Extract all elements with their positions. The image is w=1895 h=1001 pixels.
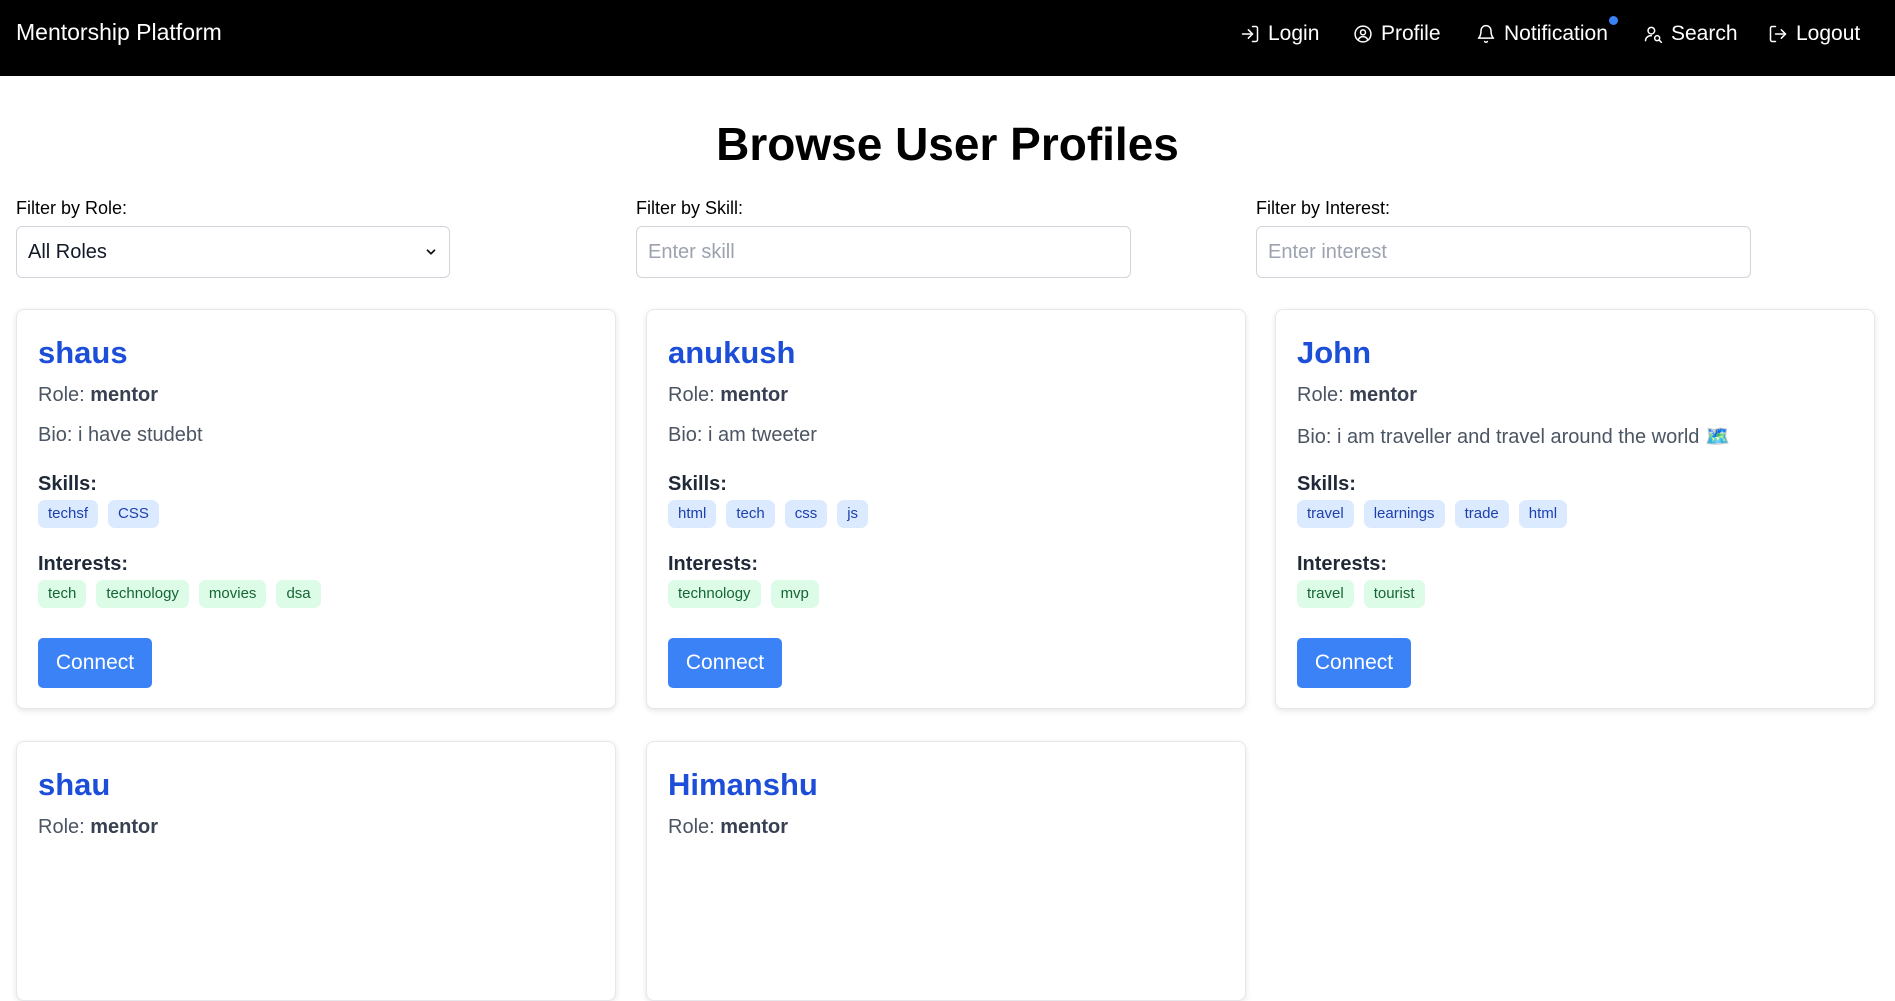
role-prefix: Role: xyxy=(1297,384,1344,406)
interest-tag: technology xyxy=(96,580,189,608)
skill-tag: techsf xyxy=(38,500,99,528)
filter-role-label: Filter by Role: xyxy=(16,198,128,218)
skill-tag: tech xyxy=(726,500,775,528)
interest-input[interactable] xyxy=(1268,240,1739,264)
connect-button[interactable]: Connect xyxy=(668,638,782,688)
role-prefix: Role: xyxy=(668,384,715,406)
bio-prefix: Bio: xyxy=(1297,426,1332,448)
nav-search-label: Search xyxy=(1671,22,1738,45)
interest-tag: technology xyxy=(668,580,761,608)
profile-card: Himanshu Role: mentor xyxy=(646,741,1246,1001)
skill-tag: css xyxy=(784,500,828,528)
interest-tags: tech technology movies dsa xyxy=(38,580,321,608)
interests-heading: Interests: xyxy=(668,553,759,575)
nav-profile-label: Profile xyxy=(1381,22,1441,45)
profile-name[interactable]: Himanshu xyxy=(668,766,818,804)
bio-value: i have studebt xyxy=(78,424,203,446)
profile-card: anukush Role: mentor Bio: i am tweeter S… xyxy=(646,309,1246,709)
nav-login-label: Login xyxy=(1268,22,1320,45)
filter-skill-label: Filter by Skill: xyxy=(636,198,744,218)
skills-heading: Skills: xyxy=(1297,473,1356,495)
skill-input[interactable] xyxy=(648,240,1119,264)
interest-tags: technology mvp xyxy=(668,580,819,608)
interest-tag: tourist xyxy=(1363,580,1425,608)
top-navbar: Mentorship Platform Login Profile Notifi… xyxy=(0,0,1895,76)
interest-tag: travel xyxy=(1297,580,1354,608)
interest-tag: dsa xyxy=(276,580,321,608)
skills-heading: Skills: xyxy=(38,473,97,495)
skills-tags: html tech css js xyxy=(668,500,869,528)
interests-heading: Interests: xyxy=(38,553,129,575)
user-search-icon xyxy=(1644,26,1663,44)
profile-role: Role: mentor xyxy=(1297,384,1417,407)
skill-tag: learnings xyxy=(1363,500,1445,528)
profile-card: shaus Role: mentor Bio: i have studebt S… xyxy=(16,309,616,709)
notification-dot xyxy=(1609,16,1618,25)
interest-tag: movies xyxy=(198,580,267,608)
interest-input-wrapper xyxy=(1256,226,1751,278)
brand-title[interactable]: Mentorship Platform xyxy=(16,18,222,46)
role-select[interactable]: All Roles xyxy=(16,226,450,278)
profile-bio: Bio: i have studebt xyxy=(38,424,203,447)
profile-name[interactable]: anukush xyxy=(668,334,795,372)
role-prefix: Role: xyxy=(668,816,715,838)
profile-role: Role: mentor xyxy=(38,816,158,839)
interest-tag: mvp xyxy=(770,580,819,608)
connect-button[interactable]: Connect xyxy=(38,638,152,688)
nav-notification-label: Notification xyxy=(1504,22,1608,45)
profile-role: Role: mentor xyxy=(38,384,158,407)
nav-notification-link[interactable]: Notification xyxy=(1476,20,1608,48)
skills-tags: travel learnings trade html xyxy=(1297,500,1568,528)
chevron-down-icon xyxy=(426,249,436,255)
role-prefix: Role: xyxy=(38,384,85,406)
profile-name[interactable]: shau xyxy=(38,766,110,804)
profile-role: Role: mentor xyxy=(668,816,788,839)
profile-card: John Role: mentor Bio: i am traveller an… xyxy=(1275,309,1875,709)
login-icon xyxy=(1241,25,1259,43)
profile-role: Role: mentor xyxy=(668,384,788,407)
skills-tags: techsf CSS xyxy=(38,500,159,528)
skill-tag: travel xyxy=(1297,500,1354,528)
bio-value: i am tweeter xyxy=(708,424,817,446)
nav-logout-link[interactable]: Logout xyxy=(1768,20,1860,48)
interests-heading: Interests: xyxy=(1297,553,1388,575)
page-title: Browse User Profiles xyxy=(716,118,1179,170)
profile-name[interactable]: John xyxy=(1297,334,1371,372)
filter-interest-label: Filter by Interest: xyxy=(1256,198,1391,218)
interest-tag: tech xyxy=(38,580,87,608)
profile-bio: Bio: i am tweeter xyxy=(668,424,817,447)
skill-tag: html xyxy=(1518,500,1568,528)
role-value: mentor xyxy=(720,384,789,406)
nav-login-link[interactable]: Login xyxy=(1240,20,1319,48)
role-value: mentor xyxy=(1349,384,1418,406)
nav-logout-label: Logout xyxy=(1796,22,1861,45)
connect-button[interactable]: Connect xyxy=(1297,638,1411,688)
skill-tag: trade xyxy=(1454,500,1509,528)
skills-heading: Skills: xyxy=(668,473,727,495)
profile-name[interactable]: shaus xyxy=(38,334,128,372)
role-value: mentor xyxy=(720,816,789,838)
skill-tag: html xyxy=(668,500,717,528)
user-circle-icon xyxy=(1354,25,1372,43)
bio-prefix: Bio: xyxy=(668,424,703,446)
role-value: mentor xyxy=(90,816,159,838)
skill-input-wrapper xyxy=(636,226,1131,278)
bio-value: i am traveller and travel around the wor… xyxy=(1337,426,1730,448)
nav-search-link[interactable]: Search xyxy=(1643,20,1738,48)
profile-bio: Bio: i am traveller and travel around th… xyxy=(1297,424,1730,449)
interest-tags: travel tourist xyxy=(1297,580,1425,608)
role-value: mentor xyxy=(90,384,159,406)
skill-tag: CSS xyxy=(108,500,159,528)
bio-prefix: Bio: xyxy=(38,424,73,446)
nav-profile-link[interactable]: Profile xyxy=(1353,20,1441,48)
skill-tag: js xyxy=(837,500,869,528)
profile-card: shau Role: mentor xyxy=(16,741,616,1001)
logout-icon xyxy=(1769,25,1787,43)
bell-icon xyxy=(1477,24,1495,44)
role-select-value: All Roles xyxy=(28,240,107,263)
role-prefix: Role: xyxy=(38,816,85,838)
